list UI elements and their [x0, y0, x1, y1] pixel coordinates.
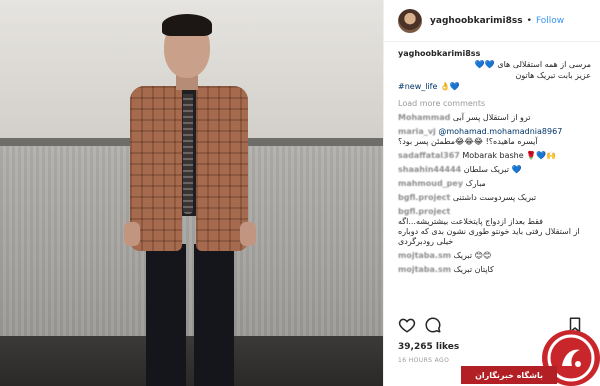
- comment-item: mahmoud_pey مبارک: [398, 179, 591, 189]
- post-panel: yaghoobkarimi8ss • Follow yaghoobkarimi8…: [383, 0, 600, 386]
- comment-text: تبریک 😊😊: [453, 251, 492, 260]
- comment-text: خیلی رودبرگردی: [398, 237, 454, 246]
- caption-line: عزیز بابت تبریک هاتون: [515, 71, 591, 80]
- comment-username[interactable]: Mohammad: [398, 113, 450, 123]
- comment-item: mojtaba.sm کاپتان تبریک: [398, 265, 591, 275]
- comment-text: ترو از استقلال پسر آبی: [452, 113, 531, 122]
- header-separator: •: [526, 15, 532, 26]
- comment-icon[interactable]: [424, 316, 442, 334]
- person-pants: [146, 244, 186, 386]
- caption-username[interactable]: yaghoobkarimi8ss: [398, 48, 591, 59]
- like-count[interactable]: 39,265 likes: [398, 342, 459, 352]
- comment-text: فقط بعداز ازدواج پایتخلاعت بیشتریشه...اگ…: [398, 217, 543, 226]
- photo-person: [120, 12, 260, 386]
- comment-username[interactable]: sadaffatal367: [398, 151, 460, 161]
- comment-text: آیسره ماهیده؟! 😂😂😂مطمئن پسر بود؟: [398, 137, 538, 146]
- comment-item: sadaffatal367 Mobarak bashe 🌹💙🙌: [398, 151, 591, 161]
- person-pants: [194, 244, 234, 386]
- comment-username[interactable]: mojtaba.sm: [398, 265, 451, 275]
- person-hand: [124, 222, 140, 246]
- comment-item: Mohammad ترو از استقلال پسر آبی: [398, 113, 591, 123]
- comment-text[interactable]: @mohamad.mohamadnia8967: [438, 127, 562, 136]
- follow-button[interactable]: Follow: [536, 16, 564, 26]
- load-more-comments[interactable]: Load more comments: [398, 98, 591, 109]
- comment-text: Mobarak bashe 🌹💙🙌: [462, 151, 557, 160]
- comment-username[interactable]: bgfl.project: [398, 193, 450, 203]
- avatar[interactable]: [398, 8, 422, 33]
- comment-text: تبریک پسردوست داشتنی: [452, 193, 537, 202]
- comment-username[interactable]: mojtaba.sm: [398, 251, 451, 261]
- watermark-label: باشگاه خبرنگاران: [461, 366, 557, 384]
- comment-username[interactable]: shaahin44444: [398, 165, 461, 175]
- comment-username[interactable]: bgfl.project: [398, 207, 450, 217]
- caption-line: مرسی از همه استقلالی های 💙💙: [474, 60, 591, 69]
- comment-text: مبارک: [465, 179, 486, 188]
- comment-item: bgfl.project: [398, 207, 591, 217]
- comment-username[interactable]: mahmoud_pey: [398, 179, 463, 189]
- comment-username[interactable]: maria_vj: [398, 127, 436, 137]
- post-header: yaghoobkarimi8ss • Follow: [384, 0, 600, 42]
- comment-text: کاپتان تبریک: [453, 265, 494, 274]
- person-hair: [162, 14, 212, 36]
- comment-text: تبریک سلطان 💙: [463, 165, 522, 174]
- comments-list[interactable]: yaghoobkarimi8ss مرسی از همه استقلالی ها…: [384, 48, 600, 310]
- person-hand: [240, 222, 256, 246]
- caption-hashtag[interactable]: #new_life 👌💙: [398, 81, 591, 92]
- comment-item: mojtaba.sm تبریک 😊😊: [398, 251, 591, 261]
- heart-icon[interactable]: [398, 316, 416, 334]
- header-username[interactable]: yaghoobkarimi8ss: [430, 16, 523, 26]
- comment-item: bgfl.project تبریک پسردوست داشتنی: [398, 193, 591, 203]
- comment-item: maria_vj @mohamad.mohamadnia8967: [398, 127, 591, 137]
- post-photo[interactable]: [0, 0, 383, 386]
- person-tie: [183, 94, 193, 214]
- comment-item: shaahin44444 تبریک سلطان 💙: [398, 165, 591, 175]
- post-timestamp: 16 HOURS AGO: [398, 357, 450, 364]
- comment-text: از استقلال رفتی باید خونتو طوری نشون بدی…: [398, 227, 580, 236]
